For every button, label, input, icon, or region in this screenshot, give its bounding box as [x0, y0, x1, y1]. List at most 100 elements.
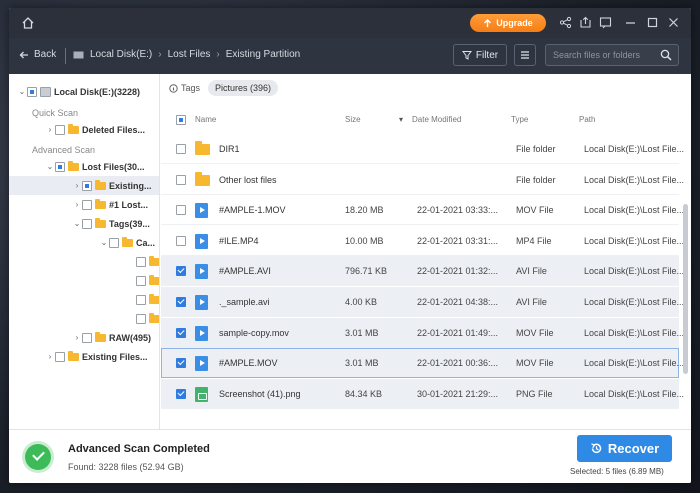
chevron-right-icon[interactable]: › — [72, 181, 82, 190]
tree-item-lost-files[interactable]: ⌄ Lost Files(30... — [9, 157, 159, 176]
row-checkbox[interactable] — [176, 144, 186, 154]
close-icon[interactable] — [667, 16, 680, 29]
file-row[interactable]: DIR1 File folder Local Disk(E:)\Lost File.… — [161, 134, 684, 164]
checkbox[interactable] — [82, 199, 92, 210]
chevron-right-icon[interactable]: › — [72, 333, 82, 342]
tree-item-deleted-files[interactable]: › Deleted Files... — [9, 120, 159, 139]
column-size[interactable]: Size — [345, 115, 361, 124]
checkbox[interactable] — [136, 313, 146, 324]
breadcrumb-existing-partition[interactable]: Existing Partition — [226, 49, 300, 60]
chevron-down-icon[interactable]: ⌄ — [72, 219, 82, 228]
tree-item-existing-files[interactable]: › Existing Files... — [9, 347, 159, 366]
row-checkbox[interactable] — [176, 358, 186, 369]
breadcrumb-lost-files[interactable]: Lost Files — [168, 49, 211, 60]
file-row[interactable]: ._sample.avi 4.00 KB 22-01-2021 04:38:... A… — [161, 287, 684, 317]
minimize-icon[interactable] — [624, 16, 637, 29]
file-name: Screenshot (41).png — [219, 388, 301, 399]
sort-down-icon[interactable]: ▾ — [399, 115, 403, 124]
tree-item-category[interactable]: ⌄ Ca... — [9, 233, 159, 252]
row-checkbox[interactable] — [176, 327, 186, 338]
file-size: 18.20 MB — [345, 205, 384, 216]
sidebar-tree: ⌄ Local Disk(E:)(3228) Quick Scan › Dele… — [9, 74, 160, 429]
row-checkbox[interactable] — [176, 297, 186, 307]
column-type[interactable]: Type — [511, 115, 528, 124]
export-icon[interactable] — [579, 16, 592, 29]
checkbox[interactable] — [109, 237, 119, 248]
checkbox[interactable] — [27, 86, 37, 97]
tree-item-subfolder[interactable] — [9, 309, 159, 328]
chevron-down-icon[interactable]: ⌄ — [17, 87, 27, 96]
file-row[interactable]: sample-copy.mov 3.01 MB 22-01-2021 01:49:.… — [161, 317, 684, 348]
row-checkbox[interactable] — [176, 174, 186, 185]
file-row[interactable]: #AMPLE.AVI 796.71 KB 22-01-2021 01:32:... A… — [161, 256, 684, 287]
tree-item-subfolder[interactable] — [9, 271, 159, 290]
breadcrumb-drive[interactable]: Local Disk(E:) — [90, 49, 152, 60]
file-row[interactable]: Other lost files File folder Local Disk(E:… — [161, 165, 684, 195]
search-icon[interactable] — [660, 49, 672, 61]
video-file-icon — [195, 325, 208, 341]
filter-button[interactable]: Filter — [453, 44, 507, 66]
tags-filter[interactable]: Tags — [169, 83, 200, 93]
file-size: 84.34 KB — [345, 388, 383, 399]
tree-item-subfolder[interactable] — [9, 252, 159, 271]
column-path[interactable]: Path — [579, 115, 595, 124]
maximize-icon[interactable] — [646, 16, 659, 29]
chevron-down-icon[interactable]: ⌄ — [99, 238, 109, 247]
chevron-down-icon[interactable]: ⌄ — [45, 162, 55, 171]
tree-item-tags[interactable]: ⌄ Tags(39... — [9, 214, 159, 233]
file-row[interactable]: #AMPLE.MOV 3.01 MB 22-01-2021 00:36:... MOV… — [161, 348, 684, 379]
scrollbar[interactable] — [683, 204, 688, 374]
tree-item-lost-partition[interactable]: › #1 Lost... — [9, 195, 159, 214]
chevron-right-icon: › — [158, 49, 162, 60]
tree-item-drive[interactable]: ⌄ Local Disk(E:)(3228) — [9, 82, 159, 101]
tree-item-subfolder[interactable] — [9, 290, 159, 309]
chevron-right-icon[interactable]: › — [45, 125, 55, 134]
checkbox[interactable] — [55, 351, 65, 362]
back-button[interactable]: Back — [19, 49, 56, 60]
checkbox[interactable] — [82, 218, 92, 229]
file-size: 4.00 KB — [345, 297, 378, 307]
file-row[interactable]: #ILE.MP4 10.00 MB 22-01-2021 03:31:... MP4 … — [161, 226, 684, 256]
folder-icon — [122, 236, 133, 247]
row-checkbox[interactable] — [176, 235, 186, 246]
file-name: #AMPLE-1.MOV — [219, 205, 286, 216]
chevron-right-icon[interactable]: › — [72, 200, 82, 209]
checkbox[interactable] — [136, 294, 146, 305]
arrow-up-icon — [484, 18, 492, 27]
upgrade-button[interactable]: Upgrade — [470, 14, 546, 32]
folder-icon — [95, 331, 106, 342]
file-path: Local Disk(E:)\Lost File... — [584, 358, 685, 369]
folder-icon — [68, 350, 79, 361]
breadcrumb: Local Disk(E:) › Lost Files › Existing P… — [73, 49, 300, 60]
checkbox[interactable] — [136, 256, 146, 267]
checkbox[interactable] — [82, 332, 92, 343]
checkbox[interactable] — [55, 161, 65, 172]
feedback-icon[interactable] — [599, 16, 612, 29]
file-row[interactable]: Screenshot (41).png 84.34 KB 30-01-2021 21… — [161, 378, 684, 409]
file-path: Local Disk(E:)\Lost File... — [584, 266, 685, 277]
select-all-checkbox[interactable] — [176, 115, 186, 125]
checkbox[interactable] — [82, 180, 92, 191]
row-checkbox[interactable] — [176, 205, 186, 216]
home-icon[interactable] — [21, 16, 35, 30]
advanced-scan-heading: Advanced Scan — [32, 145, 96, 155]
checkbox[interactable] — [55, 124, 65, 135]
column-date-modified[interactable]: Date Modified — [412, 115, 461, 124]
chevron-right-icon[interactable]: › — [45, 352, 55, 361]
tree-item-existing[interactable]: › Existing... — [9, 176, 159, 195]
search-input[interactable]: Search files or folders — [545, 44, 679, 66]
folder-icon — [95, 217, 106, 228]
view-menu-button[interactable] — [514, 44, 536, 66]
row-checkbox[interactable] — [176, 266, 186, 277]
row-checkbox[interactable] — [176, 388, 186, 399]
file-name: #ILE.MP4 — [219, 235, 259, 246]
column-name[interactable]: Name — [195, 115, 216, 124]
file-name: DIR1 — [219, 144, 240, 154]
share-icon[interactable] — [559, 16, 572, 29]
tree-item-raw[interactable]: › RAW(495) — [9, 328, 159, 347]
file-row[interactable]: #AMPLE-1.MOV 18.20 MB 22-01-2021 03:33:...… — [161, 195, 684, 226]
recover-button[interactable]: Recover — [577, 435, 672, 462]
tag-chip-pictures[interactable]: Pictures (396) — [208, 80, 279, 96]
tree-item-label: #1 Lost... — [109, 199, 149, 210]
checkbox[interactable] — [136, 275, 146, 286]
